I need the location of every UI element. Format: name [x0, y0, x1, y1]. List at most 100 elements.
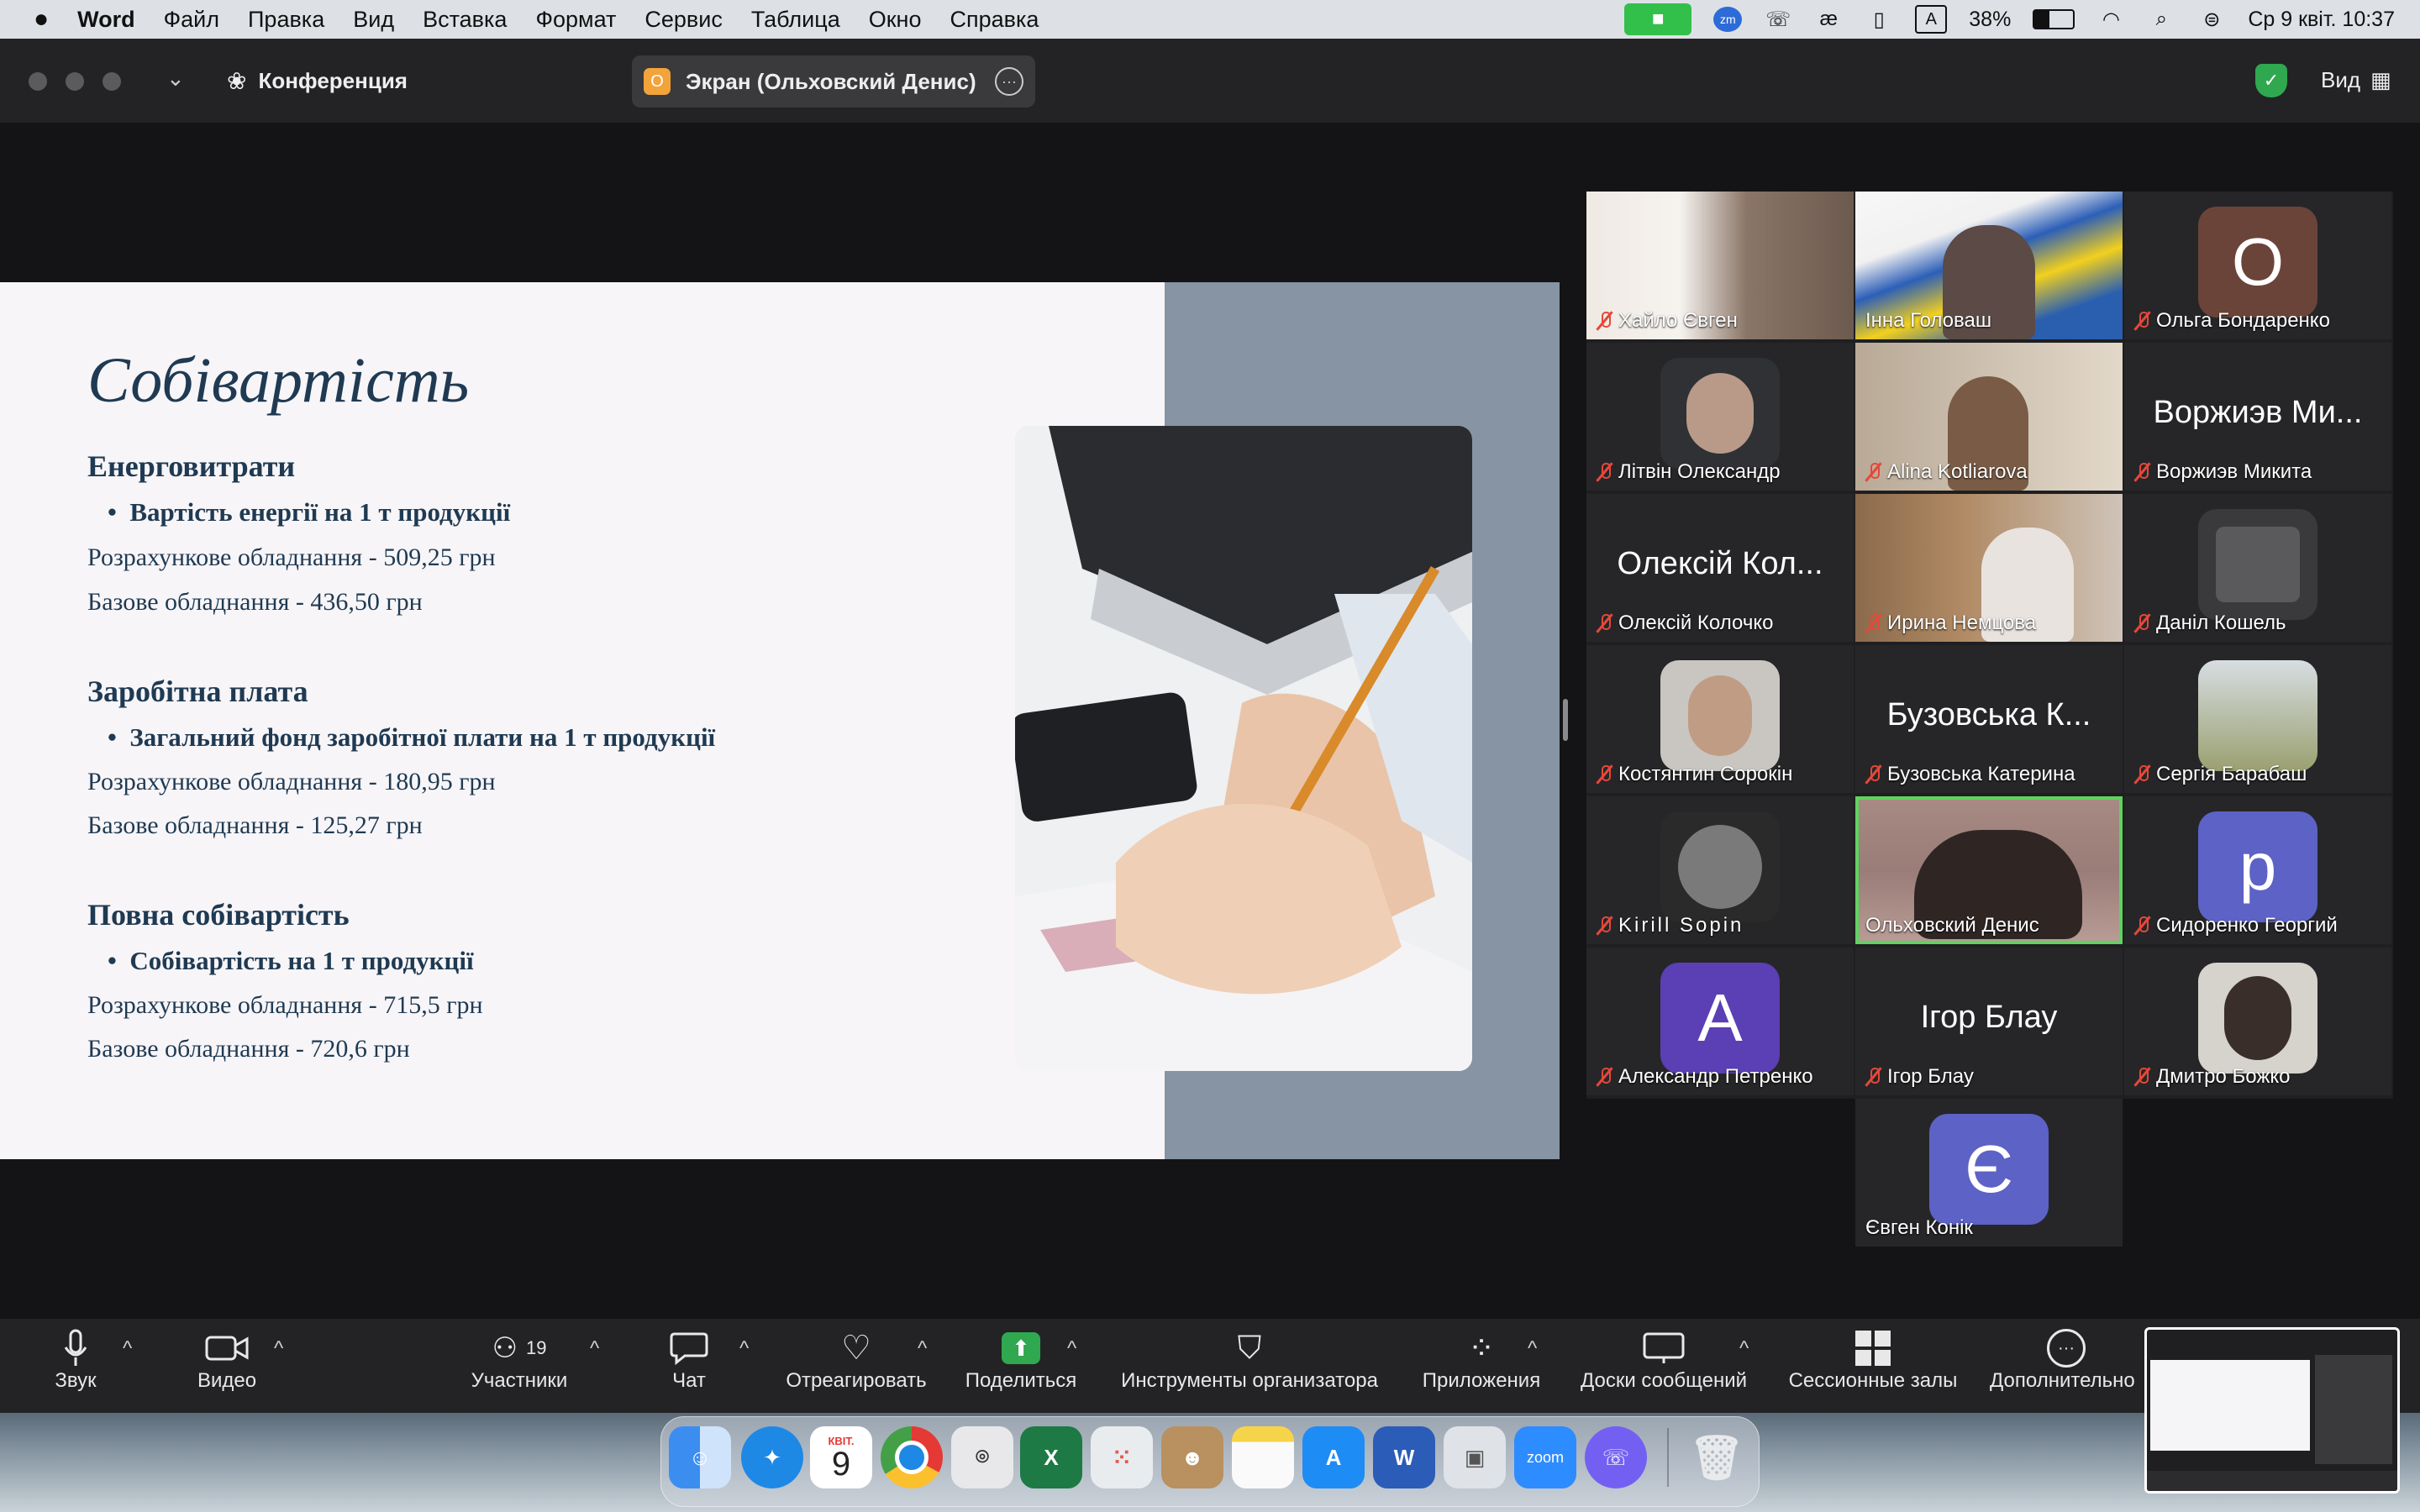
chat-button[interactable]: Чат	[664, 1327, 714, 1393]
panel-resize-handle[interactable]	[1563, 699, 1568, 741]
screen-share-thumbnail[interactable]	[2144, 1327, 2400, 1494]
participant-tile[interactable]: Воржиэв Ми... Воржиэв Микита	[2124, 343, 2391, 491]
react-button[interactable]: ♡ Отреагировать	[780, 1327, 933, 1393]
video-options-caret[interactable]: ^	[274, 1337, 283, 1361]
participant-tile[interactable]: Alina Kotliarova	[1855, 343, 2123, 491]
participant-tile[interactable]: Сергія Барабаш	[2124, 645, 2391, 793]
chat-icon	[664, 1327, 714, 1369]
participant-tile[interactable]: Є Євген Конік	[1855, 1099, 2123, 1247]
ae-menubar-icon[interactable]: æ	[1814, 7, 1843, 32]
breakout-rooms-button[interactable]: Сессионные залы	[1781, 1327, 1965, 1393]
menu-app-name[interactable]: Word	[63, 7, 150, 33]
spotlight-search-icon[interactable]: ⌕	[2147, 7, 2175, 32]
participant-tile[interactable]: Дмитро Божко	[2124, 948, 2391, 1095]
participant-tile[interactable]: Бузовська К... Бузовська Катерина	[1855, 645, 2123, 793]
menu-table[interactable]: Таблица	[737, 7, 855, 33]
share-options-caret[interactable]: ^	[1067, 1337, 1076, 1361]
screenshot-icon[interactable]: ⌾	[951, 1426, 1013, 1488]
security-shield-icon[interactable]: ✓	[2255, 64, 2287, 97]
excel-icon[interactable]: X	[1020, 1426, 1082, 1488]
muted-mic-icon	[1865, 1067, 1881, 1087]
menu-help[interactable]: Справка	[935, 7, 1053, 33]
viber-menubar-icon[interactable]: ☏	[1764, 7, 1792, 32]
react-options-caret[interactable]: ^	[918, 1337, 927, 1361]
menu-tools[interactable]: Сервис	[630, 7, 736, 33]
muted-mic-icon	[2134, 311, 2149, 331]
window-zoom-button[interactable]	[103, 72, 121, 91]
menu-window[interactable]: Окно	[855, 7, 936, 33]
apps-button[interactable]: ⁘ Приложения	[1418, 1327, 1544, 1393]
participant-name: Бузовська Катерина	[1865, 763, 2075, 786]
input-source-icon[interactable]: A	[1915, 5, 1948, 34]
contacts-icon[interactable]: ☻	[1161, 1426, 1223, 1488]
zoom-video-status-icon[interactable]: ■	[1624, 3, 1692, 35]
app-store-icon[interactable]: A	[1302, 1426, 1365, 1488]
menu-edit[interactable]: Правка	[234, 7, 339, 33]
bullet-text: Загальний фонд заробітної плати на 1 т п…	[129, 722, 716, 752]
whiteboards-button[interactable]: Доски сообщений	[1573, 1327, 1754, 1393]
calendar-icon[interactable]: КВІТ. 9	[810, 1426, 872, 1488]
preview-icon[interactable]: ▣	[1444, 1426, 1506, 1488]
avatar	[2198, 509, 2317, 620]
participant-name-text: Ирина Немцова	[1887, 612, 2037, 634]
host-tools-button[interactable]: ⛉ Инструменты организатора	[1111, 1327, 1388, 1393]
chevron-down-icon[interactable]: ⌄	[166, 66, 185, 92]
thumbnail-slide	[2150, 1360, 2310, 1451]
window-minimize-button[interactable]	[66, 72, 84, 91]
meeting-info[interactable]: ❀ Конференция	[227, 67, 408, 95]
chrome-icon[interactable]	[881, 1426, 943, 1488]
participant-tile[interactable]: Олексій Кол... Олексій Колочко	[1586, 494, 1854, 642]
participant-tile[interactable]: Інна Головаш	[1855, 192, 2123, 339]
participants-count: 19	[526, 1337, 547, 1358]
participant-tile[interactable]: O Ольга Бондаренко	[2124, 192, 2391, 339]
safari-icon[interactable]: ✦	[741, 1426, 803, 1488]
zoom-app-icon[interactable]: zoom	[1514, 1426, 1576, 1488]
viber-app-icon[interactable]: ☏	[1585, 1426, 1647, 1488]
menu-insert[interactable]: Вставка	[408, 7, 521, 33]
sidebar-menubar-icon[interactable]: ▯	[1865, 7, 1893, 32]
whiteboards-options-caret[interactable]: ^	[1739, 1337, 1749, 1361]
more-options-icon[interactable]: ···	[995, 67, 1023, 96]
muted-mic-icon	[2134, 462, 2149, 482]
participant-tile[interactable]: Хайло Євген	[1586, 192, 1854, 339]
trash-icon[interactable]: 🗑	[1686, 1426, 1748, 1488]
finder-icon[interactable]: ☺	[669, 1426, 731, 1488]
menu-file[interactable]: Файл	[150, 7, 234, 33]
participant-tile[interactable]: A Александр Петренко	[1586, 948, 1854, 1095]
share-screen-button[interactable]: ⬆ Поделиться	[960, 1327, 1082, 1393]
section-heading-total: Повна собівартість	[87, 898, 350, 932]
screen-share-pill[interactable]: О Экран (Ольховский Денис) ···	[632, 55, 1035, 108]
participant-name-text: Ольга Бондаренко	[2156, 309, 2330, 332]
participants-options-caret[interactable]: ^	[590, 1337, 599, 1361]
participant-tile[interactable]: Даніл Кошель	[2124, 494, 2391, 642]
chat-options-caret[interactable]: ^	[739, 1337, 749, 1361]
view-button[interactable]: Вид ▦	[2321, 67, 2391, 93]
audio-button[interactable]: Звук	[42, 1327, 109, 1393]
microphone-icon	[42, 1327, 109, 1369]
participant-tile[interactable]: Kirill Sopin	[1586, 796, 1854, 944]
launchpad-icon[interactable]: ⁙	[1091, 1426, 1153, 1488]
apps-options-caret[interactable]: ^	[1528, 1337, 1537, 1361]
participant-tile[interactable]: p Сидоренко Георгий	[2124, 796, 2391, 944]
apple-menu-icon[interactable]: ●	[0, 5, 63, 34]
participant-tile[interactable]: Ігор Блау Ігор Блау	[1855, 948, 2123, 1095]
zoom-menubar-icon[interactable]: zm	[1713, 7, 1743, 32]
wifi-icon[interactable]: ◠	[2096, 7, 2125, 32]
menubar-clock[interactable]: Ср 9 квіт. 10:37	[2248, 8, 2395, 32]
participant-tile[interactable]: Костянтин Сорокін	[1586, 645, 1854, 793]
participant-tile[interactable]: Ольховский Денис	[1855, 796, 2123, 944]
battery-icon[interactable]	[2033, 9, 2075, 29]
participants-button[interactable]: ⚇ 19 Участники	[460, 1327, 578, 1393]
participant-tile[interactable]: Літвін Олександр	[1586, 343, 1854, 491]
notes-icon[interactable]	[1232, 1426, 1294, 1488]
audio-options-caret[interactable]: ^	[123, 1337, 132, 1361]
more-button[interactable]: ··· Дополнительно	[1990, 1327, 2141, 1393]
word-icon[interactable]: W	[1373, 1426, 1435, 1488]
participant-tile[interactable]: Ирина Немцова	[1855, 494, 2123, 642]
menu-format[interactable]: Формат	[521, 7, 630, 33]
control-center-icon[interactable]: ⊜	[2197, 7, 2226, 32]
muted-mic-icon	[2134, 613, 2149, 633]
video-button[interactable]: Видео	[185, 1327, 269, 1393]
window-close-button[interactable]	[29, 72, 47, 91]
menu-view[interactable]: Вид	[339, 7, 408, 33]
